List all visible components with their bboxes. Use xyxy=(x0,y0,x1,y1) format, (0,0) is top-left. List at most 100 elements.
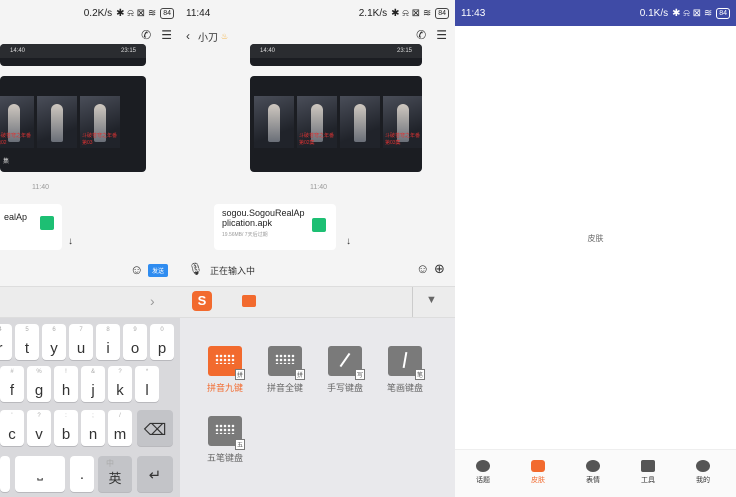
key-y[interactable]: 6y xyxy=(42,324,66,360)
plus-icon[interactable]: ⊕ xyxy=(434,261,445,277)
message-timestamp: 11:40 xyxy=(32,184,49,191)
keyboard-option-pinyin-9key[interactable]: 拼 拼音九键 xyxy=(200,346,250,394)
battery-icon: 84 xyxy=(160,7,174,19)
backspace-key[interactable]: ⌫ xyxy=(137,410,173,446)
episode-tile: 斗破苍穹之年番 第02 xyxy=(0,96,34,148)
menu-icon[interactable]: ☰ xyxy=(161,28,172,42)
right-screen: 11:43 0.1K/s ✱ ⍾ ⊠ ≋ 84 皮肤 话题 皮肤 表情 工具 我… xyxy=(455,0,736,497)
keyboard-option-handwriting[interactable]: 写 手写键盘 xyxy=(320,346,370,394)
episode-tile xyxy=(254,96,294,148)
keyboard-switch-icon[interactable] xyxy=(242,295,256,307)
key[interactable] xyxy=(0,456,10,492)
collapse-keyboard-icon[interactable]: ▼ xyxy=(426,294,437,306)
pinyin-9key-icon: 拼 xyxy=(208,346,245,380)
chevron-right-icon[interactable]: › xyxy=(150,293,155,309)
key-o[interactable]: 9o xyxy=(123,324,147,360)
keyboard-option-wubi[interactable]: 五 五笔键盘 xyxy=(200,416,250,464)
key-u[interactable]: 7u xyxy=(69,324,93,360)
key-n[interactable]: ; n xyxy=(81,410,105,446)
tile-caption: 斗破苍穹之年番 第02集 xyxy=(299,133,335,146)
phone-icon[interactable]: ✆ xyxy=(416,28,426,42)
message-input[interactable]: 正在输入中 xyxy=(210,264,255,277)
status-bar: 0.2K/s ✱ ⍾ ⊠ ≋ 84 xyxy=(0,0,180,26)
sogou-logo-icon[interactable]: S xyxy=(192,291,212,311)
video-preview[interactable]: 14:40 23:15 xyxy=(0,44,146,66)
nav-emoji[interactable]: 表情 xyxy=(573,460,613,485)
file-message[interactable]: ealAp xyxy=(0,204,62,250)
nav-skins[interactable]: 皮肤 xyxy=(518,460,558,485)
status-bar: 11:43 0.1K/s ✱ ⍾ ⊠ ≋ 84 xyxy=(455,0,736,26)
video-time-start: 14:40 xyxy=(260,48,276,54)
pinyin-full-icon: 拼 xyxy=(268,346,305,380)
status-icons: ✱ ⍾ ⊠ ≋ xyxy=(116,7,157,19)
file-meta: 19.56MB/ 7天后过期 xyxy=(222,232,268,238)
keyboard-option-pinyin-full[interactable]: 拼 拼音全键 xyxy=(260,346,310,394)
phone-icon[interactable]: ✆ xyxy=(141,28,151,42)
episode-image[interactable]: 斗破苍穹之年番 第02集 斗破苍穹之年番 第03集 xyxy=(250,76,422,172)
video-time-end: 23:15 xyxy=(120,48,136,54)
video-time-end: 23:15 xyxy=(396,48,412,54)
key-l[interactable]: * l xyxy=(135,366,159,402)
video-preview[interactable]: 14:40 23:15 xyxy=(250,44,422,66)
keyboard-option-stroke[interactable]: 笔 笔画键盘 xyxy=(380,346,430,394)
network-speed: 2.1K/s xyxy=(358,7,388,19)
keyboard-chooser: 拼 拼音九键 拼 拼音全键 写 手写键盘 笔 笔画键盘 五 五笔键盘 xyxy=(180,318,455,497)
backspace-icon: ⌫ xyxy=(143,422,167,439)
wubi-icon: 五 xyxy=(208,416,245,450)
face-icon xyxy=(586,460,600,472)
file-message[interactable]: sogou.SogouRealAp plication.apk 19.56MB/… xyxy=(214,204,336,250)
back-icon[interactable]: ‹ xyxy=(186,29,190,43)
key-b[interactable]: :b xyxy=(54,410,78,446)
key-t[interactable]: 5t xyxy=(15,324,39,360)
key-f[interactable]: # f xyxy=(0,366,24,402)
flame-icon: ♨ xyxy=(221,31,229,41)
middle-screen: 11:44 2.1K/s ✱ ⍾ ⊠ ≋ 84 ‹ 小刀 ♨ ✆ ☰ 14:40… xyxy=(180,0,455,497)
network-speed: 0.1K/s xyxy=(639,7,669,19)
apk-file-icon xyxy=(312,218,326,232)
qwerty-keyboard: 4r 5t 6y 7u 8i 9o 0p #f %g !h &j ?k *l '… xyxy=(0,318,180,497)
key-h[interactable]: ! h xyxy=(54,366,78,402)
network-speed: 0.2K/s xyxy=(83,7,113,19)
language-switch-key[interactable]: 中英 xyxy=(98,456,132,492)
episode-tile xyxy=(37,96,77,148)
tile-caption: 斗破苍穹之年番 第03集 xyxy=(385,133,421,146)
input-row: ☺ 发送 xyxy=(0,258,180,282)
download-icon[interactable]: ↓ xyxy=(68,236,73,247)
keyboard-toolbar: S ▼ xyxy=(180,286,455,318)
key-c[interactable]: ' c xyxy=(0,410,24,446)
nav-profile[interactable]: 我的 xyxy=(683,460,723,485)
key-j[interactable]: & j xyxy=(81,366,105,402)
episode-image[interactable]: 斗破苍穹之年番 第02 斗破苍穹之年番 第03 集 xyxy=(0,76,146,172)
left-screen: 0.2K/s ✱ ⍾ ⊠ ≋ 84 ✆ ☰ 14:40 23:15 斗破苍穹之年… xyxy=(0,0,180,497)
page-placeholder-text: 皮肤 xyxy=(587,234,604,243)
nav-topics[interactable]: 话题 xyxy=(463,460,503,485)
key[interactable]: 4r xyxy=(0,324,12,360)
key-v[interactable]: ? v xyxy=(27,410,51,446)
contact-name: 小刀 xyxy=(198,32,218,44)
status-bar: 11:44 2.1K/s ✱ ⍾ ⊠ ≋ 84 xyxy=(180,0,455,26)
toolbar-divider xyxy=(412,287,413,317)
chat-header: ‹ 小刀 ♨ ✆ ☰ xyxy=(180,26,455,46)
enter-icon: ↵ xyxy=(148,467,162,484)
emoji-icon[interactable]: ☺ xyxy=(416,261,429,276)
key-g[interactable]: % g xyxy=(27,366,51,402)
key-p[interactable]: 0p xyxy=(150,324,174,360)
keyboard-toolbar: › xyxy=(0,286,180,318)
microphone-icon[interactable]: 🎙 xyxy=(188,262,203,276)
key-k[interactable]: ? k xyxy=(108,366,132,402)
tile-caption: 斗破苍穹之年番 第02 xyxy=(0,133,32,146)
emoji-icon[interactable]: ☺ xyxy=(130,262,143,277)
episode-tile: 斗破苍穹之年番 第02集 xyxy=(297,96,337,148)
space-key[interactable]: ⎵ xyxy=(15,456,65,492)
download-icon[interactable]: ↓ xyxy=(346,236,351,247)
send-button[interactable]: 发送 xyxy=(148,264,169,277)
enter-key[interactable]: ↵ xyxy=(137,456,173,492)
menu-icon[interactable]: ☰ xyxy=(436,28,447,42)
status-time: 11:44 xyxy=(186,7,211,19)
key-m[interactable]: / m xyxy=(108,410,132,446)
status-icons: ✱ ⍾ ⊠ ≋ xyxy=(672,7,713,19)
nav-tools[interactable]: 工具 xyxy=(628,460,668,485)
user-icon xyxy=(696,460,710,472)
key-i[interactable]: 8i xyxy=(96,324,120,360)
message-timestamp: 11:40 xyxy=(310,184,327,191)
